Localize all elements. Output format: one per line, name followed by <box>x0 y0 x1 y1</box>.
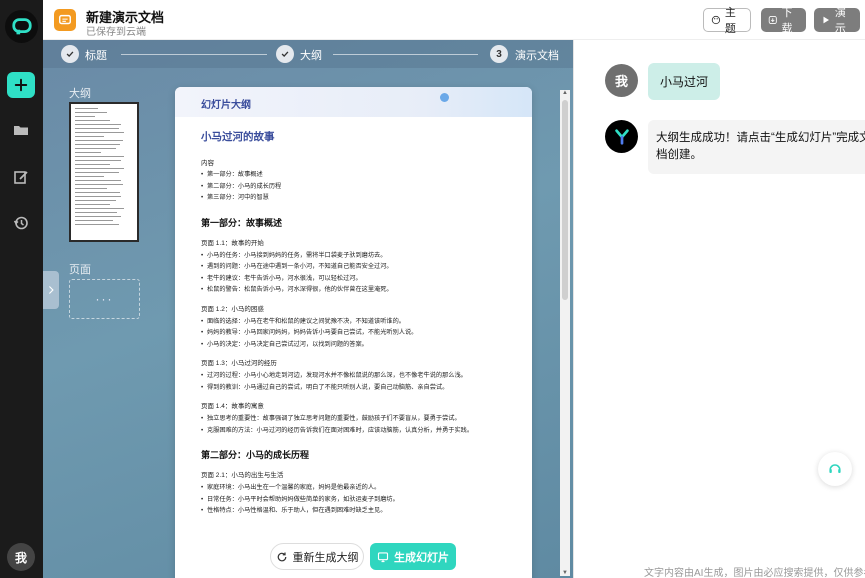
folder-icon[interactable] <box>11 120 31 140</box>
assistant-avatar-icon <box>605 120 638 153</box>
chat-user-avatar: 我 <box>605 64 638 97</box>
refresh-icon <box>277 552 286 561</box>
progress-steps: 标题 大纲 3 演示文档 <box>43 40 573 68</box>
regenerate-outline-button[interactable]: 重新生成大纲 <box>270 543 364 570</box>
user-avatar[interactable]: 我 <box>7 543 35 571</box>
chat-panel: 我 小马过河 大纲生成成功！请点击“生成幻灯片”完成文档创建。 文字内容由AI生… <box>573 40 865 578</box>
outline-document: 幻灯片大纲 小马过河的故事 内容 第一部分：故事概述 第二部分：小马的成长历程 … <box>175 87 532 578</box>
left-rail: 我 <box>0 0 43 578</box>
step-connector <box>121 54 267 55</box>
user-message: 小马过河 <box>648 63 721 100</box>
history-icon[interactable] <box>11 213 31 233</box>
slides-icon <box>377 551 389 562</box>
download-icon <box>768 16 777 24</box>
list-item: 日常任务：小马平时会帮助妈妈做些简单的家务，如驮运麦子到磨坊。 <box>201 494 506 506</box>
top-bar: 新建演示文档 已保存到云端 主题 下载 演示 <box>43 0 865 40</box>
present-label: 演示 <box>834 7 846 35</box>
bullet-list: 家庭环境：小马出生在一个温馨的家庭，妈妈是他最亲近的人。 日常任务：小马平时会帮… <box>201 482 506 517</box>
list-item: 老牛的建议：老牛告诉小马，河水很浅，可以轻松过河。 <box>201 273 506 285</box>
save-status: 已保存到云端 <box>86 27 146 38</box>
list-item: 妈妈的教导：小马回家问妈妈，妈妈告诉小马要自己尝试，不能光听别人说。 <box>201 327 506 339</box>
expand-sidebar-button[interactable] <box>43 271 59 309</box>
page-heading: 页面 1.2：小马的困惑 <box>201 305 264 313</box>
list-item: 第二部分：小马的成长历程 <box>201 181 506 193</box>
palette-icon <box>711 15 721 25</box>
document-header: 幻灯片大纲 <box>175 87 532 117</box>
document-scrollbar[interactable]: ▲ ▼ <box>560 90 570 576</box>
list-item: 遇到的问题：小马在途中遇到一条小河，不知道自己能否安全过河。 <box>201 261 506 273</box>
plus-icon <box>14 78 28 92</box>
document-icon <box>54 9 76 31</box>
step-1-check-icon <box>61 45 79 63</box>
play-icon <box>823 16 830 24</box>
app-logo-icon[interactable] <box>5 10 38 43</box>
outline-thumbnail[interactable] <box>69 102 139 242</box>
regenerate-label: 重新生成大纲 <box>292 551 359 564</box>
list-item: 第一部分：故事概述 <box>201 169 506 181</box>
editor-panel: 标题 大纲 3 演示文档 大纲 页面 ··· 幻灯片大纲 小马过河的故事 内容 <box>43 40 573 578</box>
document-body[interactable]: 小马过河的故事 内容 第一部分：故事概述 第二部分：小马的成长历程 第三部分：河… <box>175 117 532 517</box>
generate-label: 生成幻灯片 <box>394 551 449 564</box>
present-button[interactable]: 演示 <box>814 7 860 35</box>
step-3-number: 3 <box>490 45 508 63</box>
section-heading: 第一部分：故事概述 <box>201 217 283 228</box>
download-button[interactable]: 下载 <box>761 7 806 35</box>
list-item: 第三部分：河中的智慧 <box>201 192 506 204</box>
theme-label: 主题 <box>724 7 736 35</box>
ai-disclaimer: 文字内容由AI生成，图片由必应搜索提供，仅供参考 <box>644 568 865 578</box>
list-item: 小马的决定：小马决定自己尝试过河，以找到问题的答案。 <box>201 339 506 351</box>
download-label: 下载 <box>781 7 793 35</box>
edit-icon[interactable] <box>11 167 31 187</box>
theme-button[interactable]: 主题 <box>703 7 751 35</box>
step-connector <box>333 54 478 55</box>
step-2-check-icon <box>276 45 294 63</box>
list-item: 独立思考的重要性：故事强调了独立思考问题的重要性，鼓励孩子们不要盲从，要勇于尝试… <box>201 413 506 425</box>
scroll-down-arrow-icon[interactable]: ▼ <box>562 570 568 576</box>
document-header-title: 幻灯片大纲 <box>201 100 251 111</box>
list-item: 得到的教训：小马通过自己的尝试，明白了不能只听别人说，要自己动脑筋、亲自尝试。 <box>201 382 506 394</box>
toc-list: 第一部分：故事概述 第二部分：小马的成长历程 第三部分：河中的智慧 <box>201 169 506 204</box>
toc-label: 内容 <box>201 160 214 167</box>
step-3-label: 演示文档 <box>515 50 559 62</box>
headset-icon[interactable] <box>818 452 852 486</box>
list-item: 小马的任务：小马接到妈妈的任务，需将半口袋麦子驮到磨坊去。 <box>201 250 506 262</box>
decorative-dot <box>440 93 449 102</box>
step-1-label: 标题 <box>85 50 107 62</box>
page-label: 页面 <box>69 264 91 276</box>
page-placeholder[interactable]: ··· <box>69 279 140 319</box>
list-item: 克服困难的方法：小马过河的经历告诉我们在面对困难时，应该动脑筋，认真分析，并勇于… <box>201 425 506 437</box>
generate-slides-button[interactable]: 生成幻灯片 <box>370 543 456 570</box>
page-heading: 页面 1.3：小马过河的经历 <box>201 360 277 367</box>
list-item: 松鼠的警告：松鼠告诉小马，河水深得很，他的伙伴曾在这里淹死。 <box>201 284 506 296</box>
story-title: 小马过河的故事 <box>201 131 275 143</box>
list-item: 面临的选择：小马在老牛和松鼠的建议之间犹豫不决，不知道该听谁的。 <box>201 316 506 328</box>
scroll-thumb[interactable] <box>562 100 568 300</box>
page-heading: 页面 1.1：故事的开始 <box>201 239 264 247</box>
list-item: 过河的过程：小马小心地走到河边，发现河水并不像松鼠说的那么深，也不像老牛说的那么… <box>201 370 506 382</box>
scroll-up-arrow-icon[interactable]: ▲ <box>562 90 568 96</box>
assistant-message: 大纲生成成功！请点击“生成幻灯片”完成文档创建。 <box>648 120 865 174</box>
page-heading: 页面 2.1：小马的出生与生活 <box>201 472 284 479</box>
bullet-list: 面临的选择：小马在老牛和松鼠的建议之间犹豫不决，不知道该听谁的。 妈妈的教导：小… <box>201 316 506 351</box>
new-document-button[interactable] <box>7 72 35 98</box>
section-heading: 第二部分：小马的成长历程 <box>201 450 310 460</box>
bullet-list: 小马的任务：小马接到妈妈的任务，需将半口袋麦子驮到磨坊去。 遇到的问题：小马在途… <box>201 250 506 296</box>
step-2-label: 大纲 <box>300 50 322 62</box>
list-item: 家庭环境：小马出生在一个温馨的家庭，妈妈是他最亲近的人。 <box>201 482 506 494</box>
outline-label: 大纲 <box>69 88 91 100</box>
list-item: 性格特点：小马性格温和、乐于助人，但在遇到困难时缺乏主见。 <box>201 505 506 517</box>
bullet-list: 独立思考的重要性：故事强调了独立思考问题的重要性，鼓励孩子们不要盲从，要勇于尝试… <box>201 413 506 436</box>
chevron-right-icon <box>48 286 54 294</box>
page-heading: 页面 1.4：故事的寓意 <box>201 403 264 410</box>
bullet-list: 过河的过程：小马小心地走到河边，发现河水并不像松鼠说的那么深，也不像老牛说的那么… <box>201 370 506 393</box>
